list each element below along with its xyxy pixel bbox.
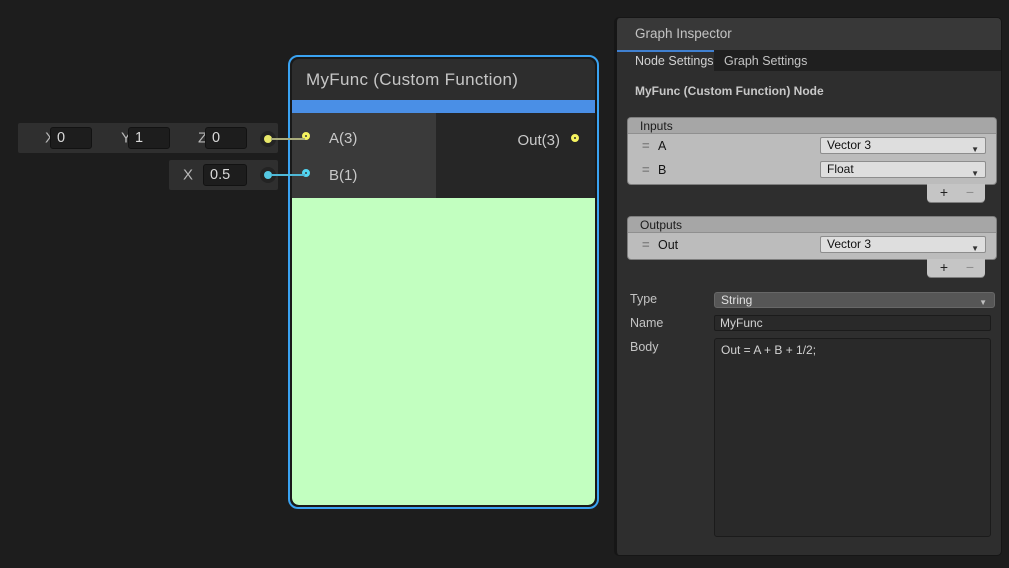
input-row-a[interactable]: = A Vector 3 ▼ bbox=[628, 134, 996, 158]
input-slots-panel bbox=[292, 113, 436, 198]
node-body: MyFunc (Custom Function) A(3) B(1) Out(3… bbox=[292, 59, 595, 505]
node-title: MyFunc (Custom Function) bbox=[292, 59, 595, 100]
chevron-down-icon: ▼ bbox=[971, 241, 979, 256]
input-row-b[interactable]: = B Float ▼ bbox=[628, 158, 996, 182]
name-input[interactable] bbox=[714, 315, 991, 331]
edge-vector3-to-a[interactable] bbox=[271, 138, 305, 140]
node-port-area: A(3) B(1) Out(3) bbox=[292, 113, 595, 198]
tab-graph-settings[interactable]: Graph Settings bbox=[724, 52, 820, 71]
output-port-out-label: Out(3) bbox=[517, 131, 560, 151]
remove-input-button[interactable]: − bbox=[957, 184, 983, 202]
input-b-type-dropdown[interactable]: Float ▼ bbox=[820, 161, 986, 178]
tab-node-settings[interactable]: Node Settings bbox=[617, 52, 714, 71]
shader-graph-window: X Y Z X MyFunc (Custom Function) bbox=[0, 0, 1009, 568]
input-port-b-label: B(1) bbox=[329, 166, 357, 186]
inputs-list: Inputs = A Vector 3 ▼ = B Float ▼ bbox=[628, 118, 996, 184]
chevron-down-icon: ▼ bbox=[971, 142, 979, 157]
output-out-name: Out bbox=[658, 238, 678, 252]
float-input-widget: X bbox=[169, 160, 278, 190]
vector3-input-widget: X Y Z bbox=[18, 123, 278, 153]
input-port-a-label: A(3) bbox=[329, 129, 357, 149]
body-label: Body bbox=[630, 340, 659, 354]
inputs-add-remove-tray: + − bbox=[927, 184, 985, 202]
outputs-list-title: Outputs bbox=[628, 217, 996, 233]
body-textarea[interactable]: Out = A + B + 1/2; bbox=[714, 338, 991, 537]
output-port-out-icon[interactable] bbox=[571, 134, 579, 142]
drag-handle-icon[interactable]: = bbox=[642, 237, 650, 252]
input-b-type-value: Float bbox=[827, 162, 854, 176]
drag-handle-icon[interactable]: = bbox=[642, 162, 650, 177]
add-input-button[interactable]: + bbox=[931, 184, 957, 202]
drag-handle-icon[interactable]: = bbox=[642, 138, 650, 153]
inspector-tabbar: Node Settings Graph Settings bbox=[617, 50, 1001, 71]
node-accent-bar bbox=[292, 100, 595, 113]
node-preview bbox=[292, 198, 595, 505]
add-output-button[interactable]: + bbox=[931, 259, 957, 277]
inputs-list-title: Inputs bbox=[628, 118, 996, 134]
type-label: Type bbox=[630, 292, 657, 306]
z-value-field[interactable] bbox=[205, 127, 247, 149]
output-out-type-dropdown[interactable]: Vector 3 ▼ bbox=[820, 236, 986, 253]
outputs-list: Outputs = Out Vector 3 ▼ bbox=[628, 217, 996, 259]
type-value: String bbox=[721, 293, 752, 307]
custom-function-node[interactable]: MyFunc (Custom Function) A(3) B(1) Out(3… bbox=[288, 55, 599, 509]
remove-output-button[interactable]: − bbox=[957, 259, 983, 277]
node-settings-heading: MyFunc (Custom Function) Node bbox=[635, 81, 824, 101]
input-a-name: A bbox=[658, 139, 666, 153]
input-a-type-value: Vector 3 bbox=[827, 138, 871, 152]
graph-inspector-panel: Graph Inspector Node Settings Graph Sett… bbox=[615, 18, 1001, 555]
outputs-add-remove-tray: + − bbox=[927, 259, 985, 277]
y-value-field[interactable] bbox=[128, 127, 170, 149]
chevron-down-icon: ▼ bbox=[971, 166, 979, 181]
output-out-type-value: Vector 3 bbox=[827, 237, 871, 251]
name-label: Name bbox=[630, 316, 663, 330]
chevron-down-icon: ▼ bbox=[979, 296, 987, 310]
float-x-label: X bbox=[183, 167, 193, 184]
x-value-field[interactable] bbox=[50, 127, 92, 149]
output-row-out[interactable]: = Out Vector 3 ▼ bbox=[628, 233, 996, 257]
float-value-field[interactable] bbox=[203, 164, 247, 186]
inspector-title[interactable]: Graph Inspector bbox=[617, 18, 1001, 50]
edge-float-to-b[interactable] bbox=[271, 174, 305, 176]
input-b-name: B bbox=[658, 163, 666, 177]
type-dropdown[interactable]: String ▼ bbox=[714, 292, 995, 308]
input-a-type-dropdown[interactable]: Vector 3 ▼ bbox=[820, 137, 986, 154]
